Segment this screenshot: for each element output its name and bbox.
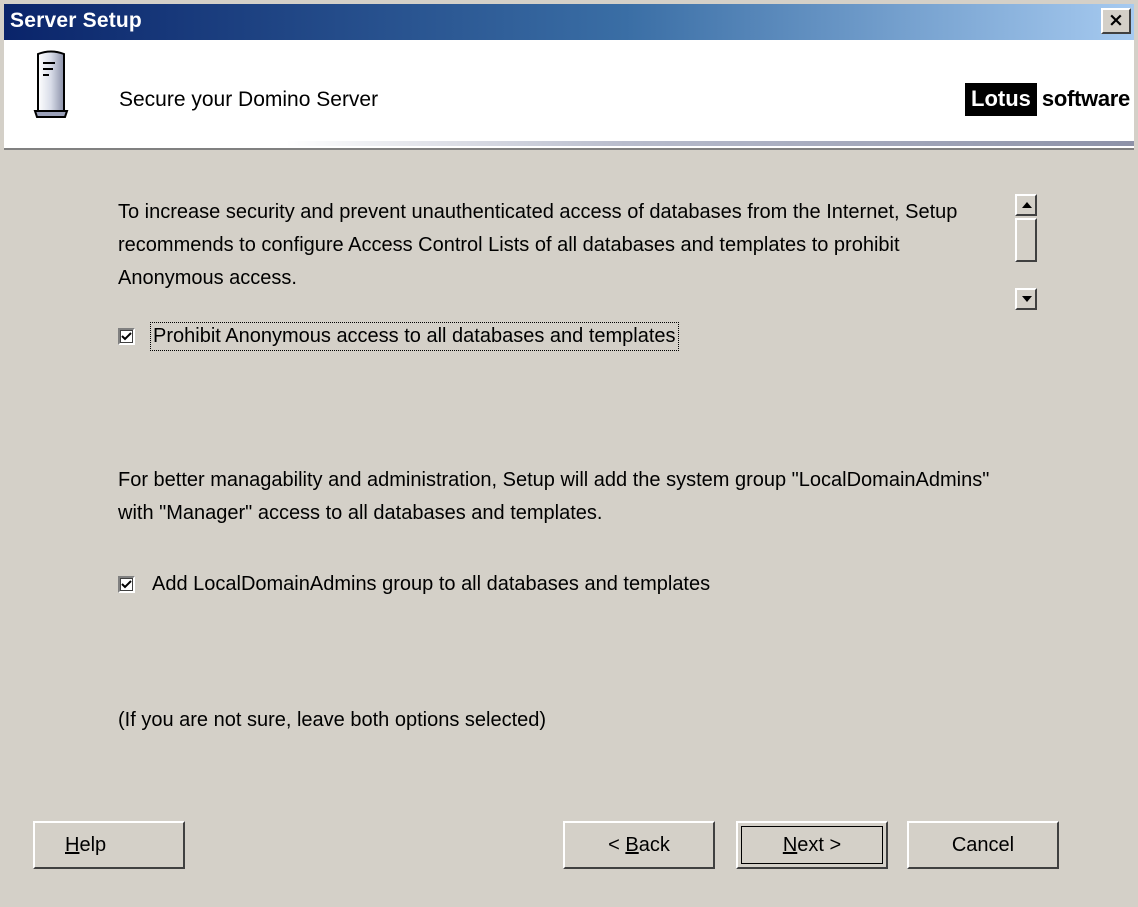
cancel-button[interactable]: Cancel (907, 821, 1059, 869)
title-bar[interactable]: Server Setup × (4, 4, 1134, 40)
server-icon (33, 50, 69, 118)
prohibit-anonymous-checkbox[interactable] (118, 328, 135, 345)
logo-software-text: software (1041, 86, 1130, 111)
header-border (4, 148, 1134, 150)
anonymous-access-description: To increase security and prevent unauthe… (118, 201, 958, 289)
arrow-down-icon (1022, 296, 1032, 302)
back-button-label: < Back (608, 833, 670, 856)
description-scrollbar[interactable] (1015, 194, 1037, 312)
next-button[interactable]: Next > (736, 821, 888, 869)
window-title: Server Setup (10, 9, 142, 32)
add-admins-option[interactable]: Add LocalDomainAdmins group to all datab… (118, 571, 712, 598)
lotus-software-logo: Lotus software (965, 82, 1130, 116)
hint-note: (If you are not sure, leave both options… (118, 709, 547, 731)
server-setup-dialog: Server Setup × Secure your Domino Server… (0, 0, 1138, 907)
checkmark-icon (121, 580, 132, 589)
arrow-up-icon (1022, 202, 1032, 208)
prohibit-anonymous-option[interactable]: Prohibit Anonymous access to all databas… (118, 322, 679, 351)
back-button[interactable]: < Back (563, 821, 715, 869)
add-admins-label[interactable]: Add LocalDomainAdmins group to all datab… (150, 571, 712, 598)
add-admins-checkbox[interactable] (118, 576, 135, 593)
wizard-header: Secure your Domino Server Lotus software (4, 40, 1134, 150)
prohibit-anonymous-label[interactable]: Prohibit Anonymous access to all databas… (150, 322, 679, 351)
scroll-thumb[interactable] (1015, 218, 1037, 262)
help-button[interactable]: Help (33, 821, 185, 869)
scroll-down-button[interactable] (1015, 288, 1037, 310)
checkmark-icon (121, 332, 132, 341)
scroll-up-button[interactable] (1015, 194, 1037, 216)
close-button[interactable]: × (1101, 8, 1131, 34)
help-button-label: Help (65, 834, 107, 856)
header-divider (4, 141, 1134, 146)
page-title: Secure your Domino Server (119, 88, 379, 111)
next-button-label: Next > (782, 833, 842, 856)
logo-lotus-text: Lotus (965, 82, 1037, 116)
admin-group-description: For better managability and administrati… (118, 469, 990, 524)
